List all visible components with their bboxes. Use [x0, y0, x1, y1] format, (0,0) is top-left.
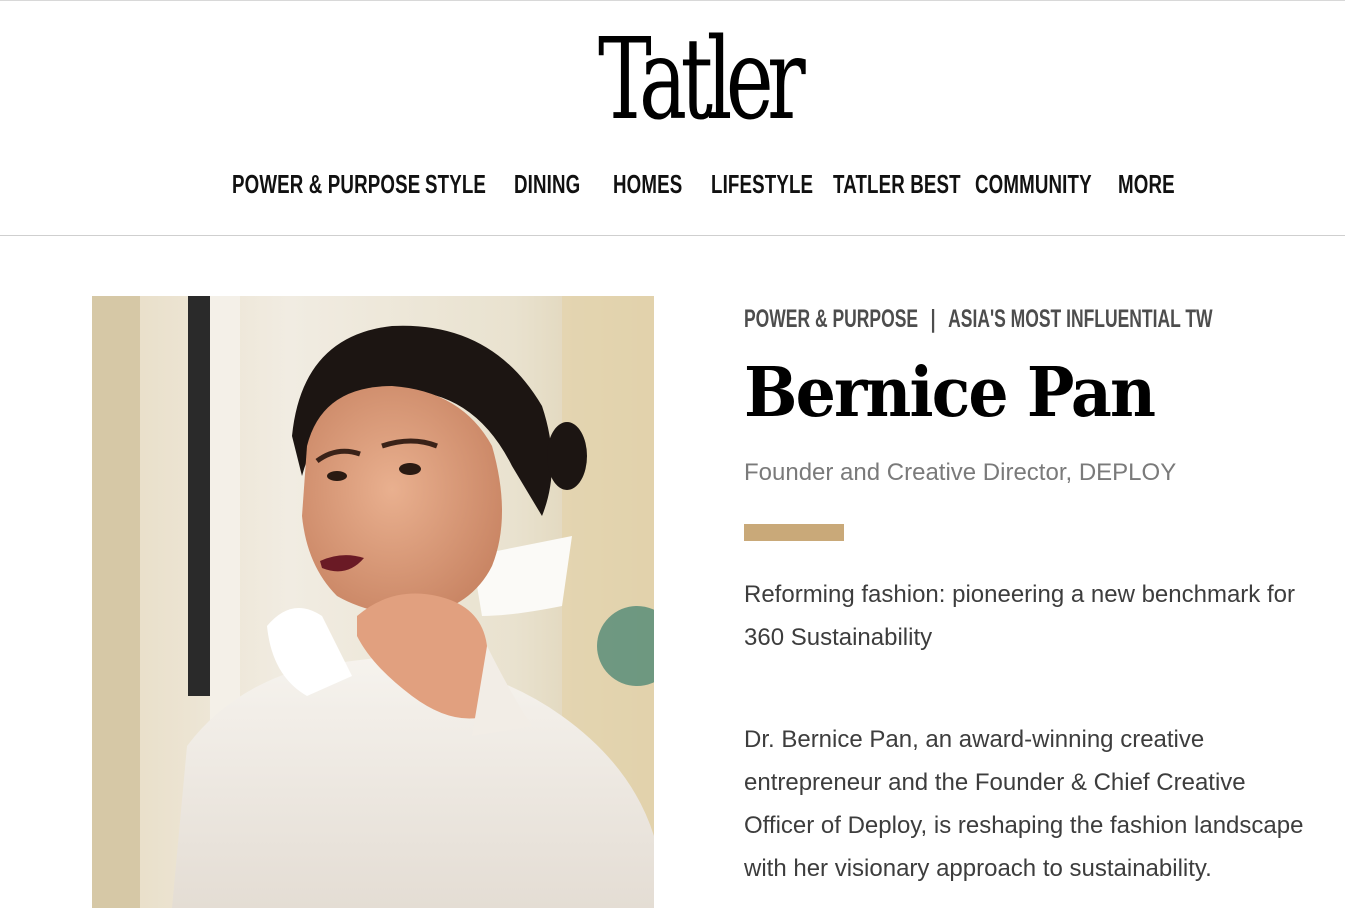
header-divider: [0, 235, 1345, 236]
accent-bar: [744, 524, 844, 541]
tatler-logo[interactable]: Tatler: [598, 20, 806, 140]
article-lede: Reforming fashion: pioneering a new benc…: [744, 581, 1295, 651]
nav-item-lifestyle[interactable]: LIFESTYLE: [711, 166, 813, 202]
breadcrumb: POWER & PURPOSE | ASIA'S MOST INFLUENTIAL …: [744, 304, 1213, 334]
nav-item-dining[interactable]: DINING: [514, 166, 580, 202]
breadcrumb-category[interactable]: POWER & PURPOSE: [744, 305, 918, 333]
portrait-photo: [92, 296, 654, 908]
main-nav: POWER & PURPOSE STYLE DINING HOMES LIFES…: [0, 166, 1345, 202]
breadcrumb-separator: |: [930, 305, 936, 333]
article-body: Dr. Bernice Pan, an award-winning creati…: [744, 726, 1304, 882]
breadcrumb-subcategory[interactable]: ASIA'S MOST INFLUENTIAL TW: [948, 305, 1212, 333]
page-title: Bernice Pan: [744, 353, 1156, 433]
nav-item-community[interactable]: COMMUNITY: [975, 166, 1092, 202]
role-subtitle: Founder and Creative Director, DEPLOY: [744, 459, 1177, 486]
nav-item-homes[interactable]: HOMES: [613, 166, 682, 202]
site-header: Tatler POWER & PURPOSE STYLE DINING HOME…: [0, 0, 1345, 236]
nav-item-style[interactable]: STYLE: [425, 166, 486, 202]
nav-item-tatler-best[interactable]: TATLER BEST: [833, 166, 961, 202]
nav-item-power-purpose[interactable]: POWER & PURPOSE: [232, 166, 420, 202]
nav-item-more[interactable]: MORE: [1118, 166, 1175, 202]
